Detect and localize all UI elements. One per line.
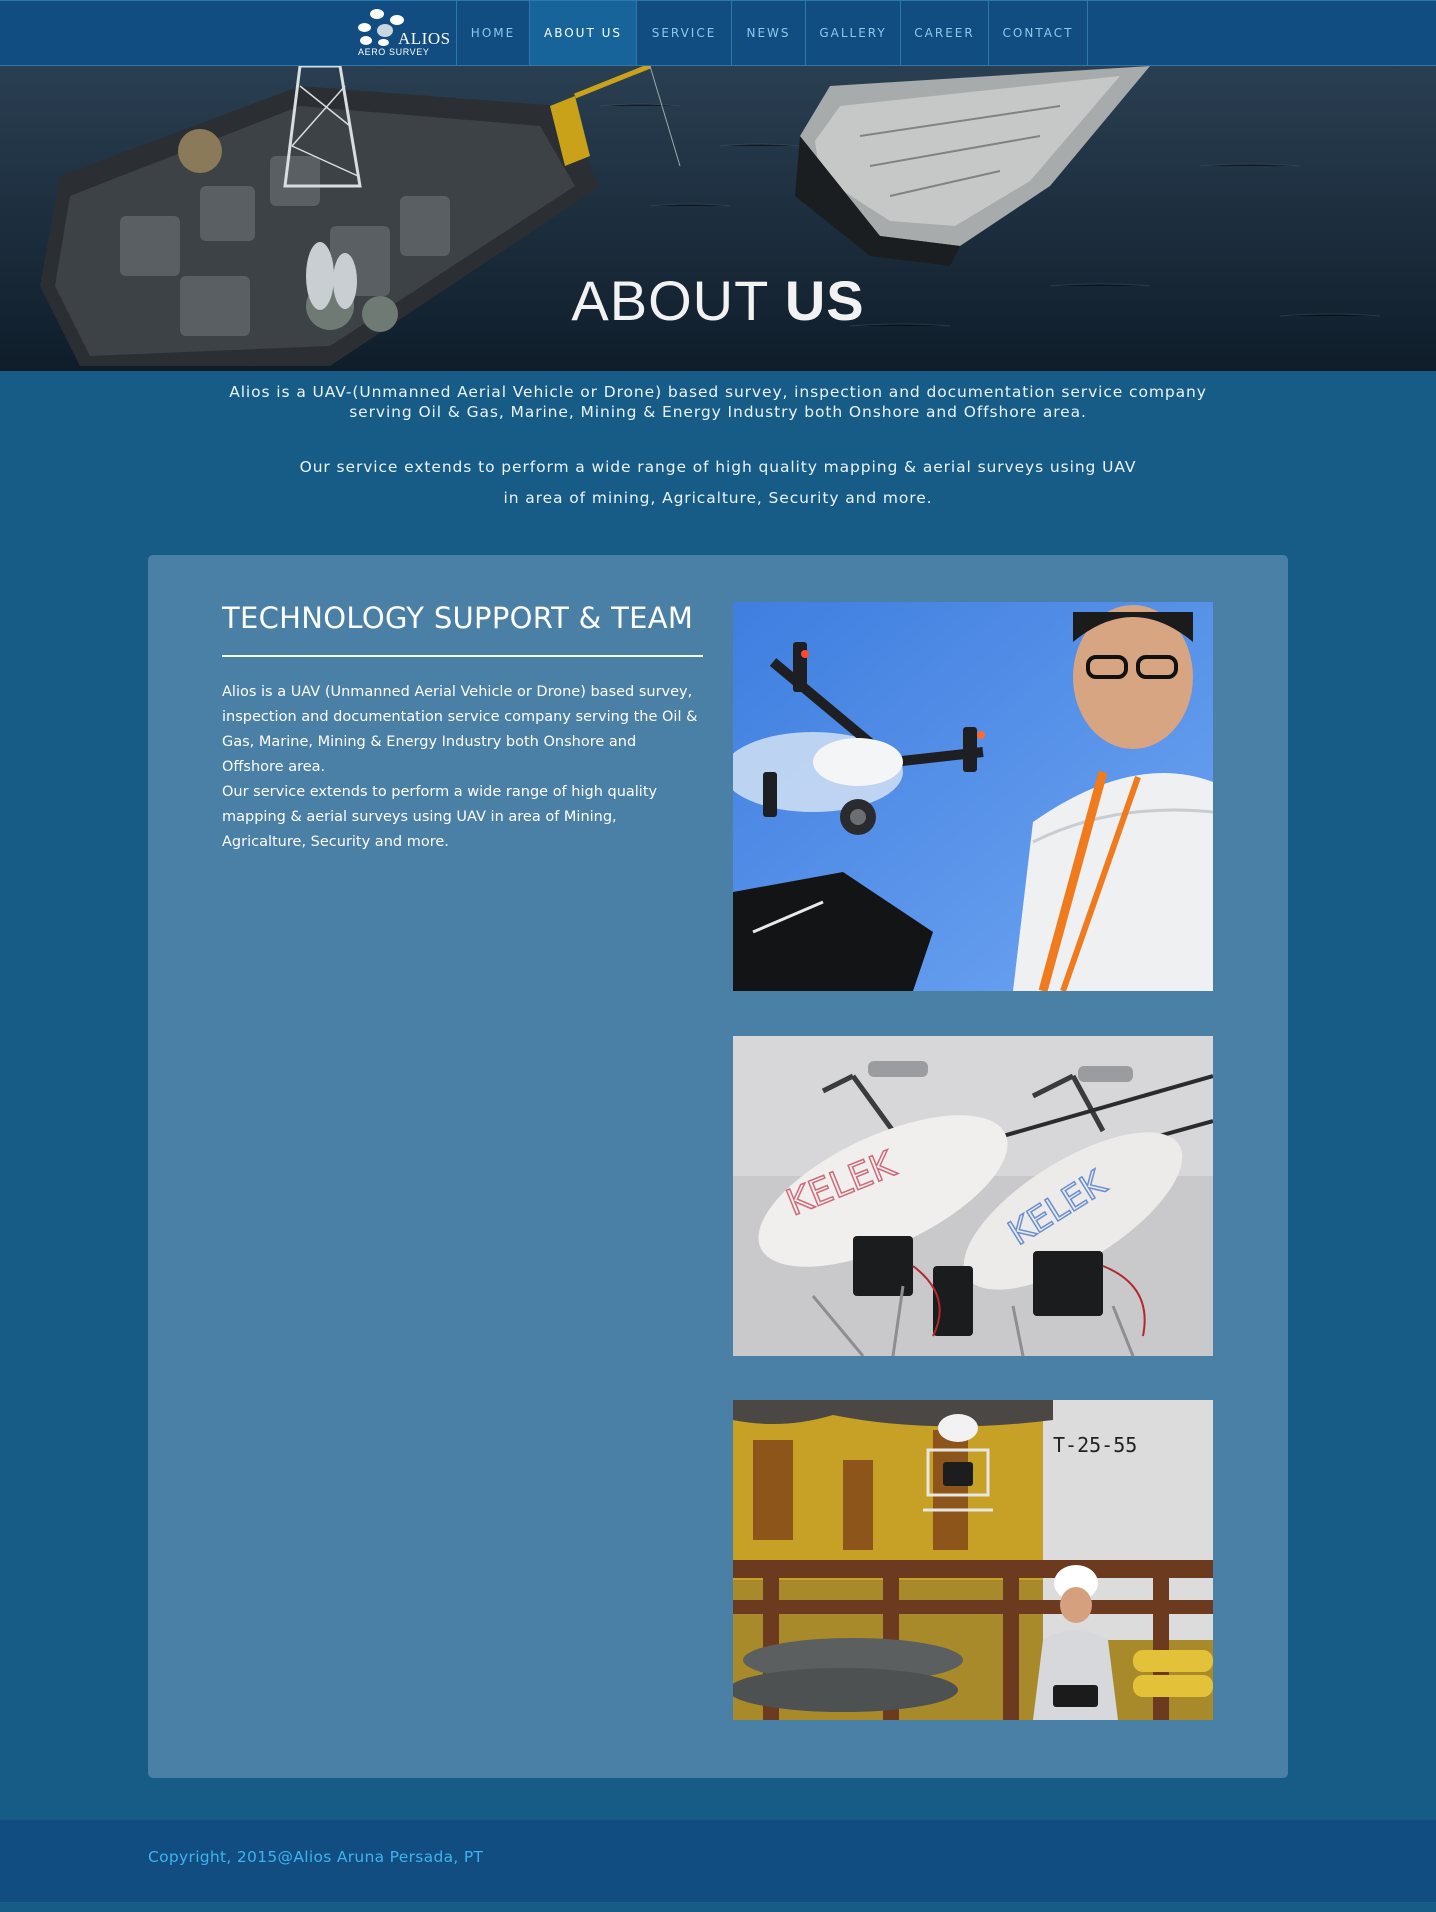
nav-item-home[interactable]: HOME: [456, 1, 529, 65]
intro-line-4: in area of mining, Agricalture, Security…: [503, 489, 933, 507]
panel-title: TECHNOLOGY SUPPORT & TEAM: [222, 601, 694, 635]
nav-item-about-us[interactable]: ABOUT US: [529, 1, 636, 65]
title-divider: [222, 655, 703, 657]
nav-item-service[interactable]: SERVICE: [636, 1, 731, 65]
intro-line-2: serving Oil & Gas, Marine, Mining & Ener…: [349, 403, 1087, 421]
intro-paragraph-1: Alios is a UAV-(Unmanned Aerial Vehicle …: [0, 382, 1436, 422]
technology-team-panel: TECHNOLOGY SUPPORT & TEAM Alios is a UAV…: [148, 555, 1288, 1778]
panel-paragraph-1: Alios is a UAV (Unmanned Aerial Vehicle …: [222, 684, 698, 775]
hero-title-light: ABOUT: [571, 269, 769, 332]
alios-logo[interactable]: ALIOS AERO SURVEY: [354, 7, 452, 61]
photo-industrial-site: T-25-55: [733, 1400, 1213, 1720]
photo-drone-operator: [733, 602, 1213, 991]
copyright-text: Copyright, 2015@Alios Aruna Persada, PT: [148, 1848, 484, 1866]
nav-item-career[interactable]: CAREER: [900, 1, 988, 65]
photo-kelek-helicopters: KELEK KELEK: [733, 1036, 1213, 1356]
hero-banner: ABOUT US: [0, 66, 1436, 371]
hero-title: ABOUT US: [0, 268, 1436, 333]
top-navbar: ALIOS AERO SURVEY HOME ABOUT US SERVICE …: [0, 0, 1436, 66]
panel-paragraph-2: Our service extends to perform a wide ra…: [222, 784, 658, 850]
nav-item-contact[interactable]: CONTACT: [988, 1, 1088, 65]
intro-paragraph-2: Our service extends to perform a wide ra…: [0, 452, 1436, 514]
main-menu: HOME ABOUT US SERVICE NEWS GALLERY CAREE…: [456, 1, 1088, 67]
footer: Copyright, 2015@Alios Aruna Persada, PT: [0, 1820, 1436, 1902]
logo-subtitle-text: AERO SURVEY: [358, 47, 430, 57]
nav-item-news[interactable]: NEWS: [731, 1, 805, 65]
container-sign: T-25-55: [1053, 1433, 1137, 1457]
nav-item-gallery[interactable]: GALLERY: [805, 1, 900, 65]
logo-brand-text: ALIOS: [398, 29, 451, 48]
hero-title-bold: US: [784, 269, 865, 332]
intro-line-1: Alios is a UAV-(Unmanned Aerial Vehicle …: [229, 383, 1207, 401]
intro-line-3: Our service extends to perform a wide ra…: [299, 458, 1137, 476]
